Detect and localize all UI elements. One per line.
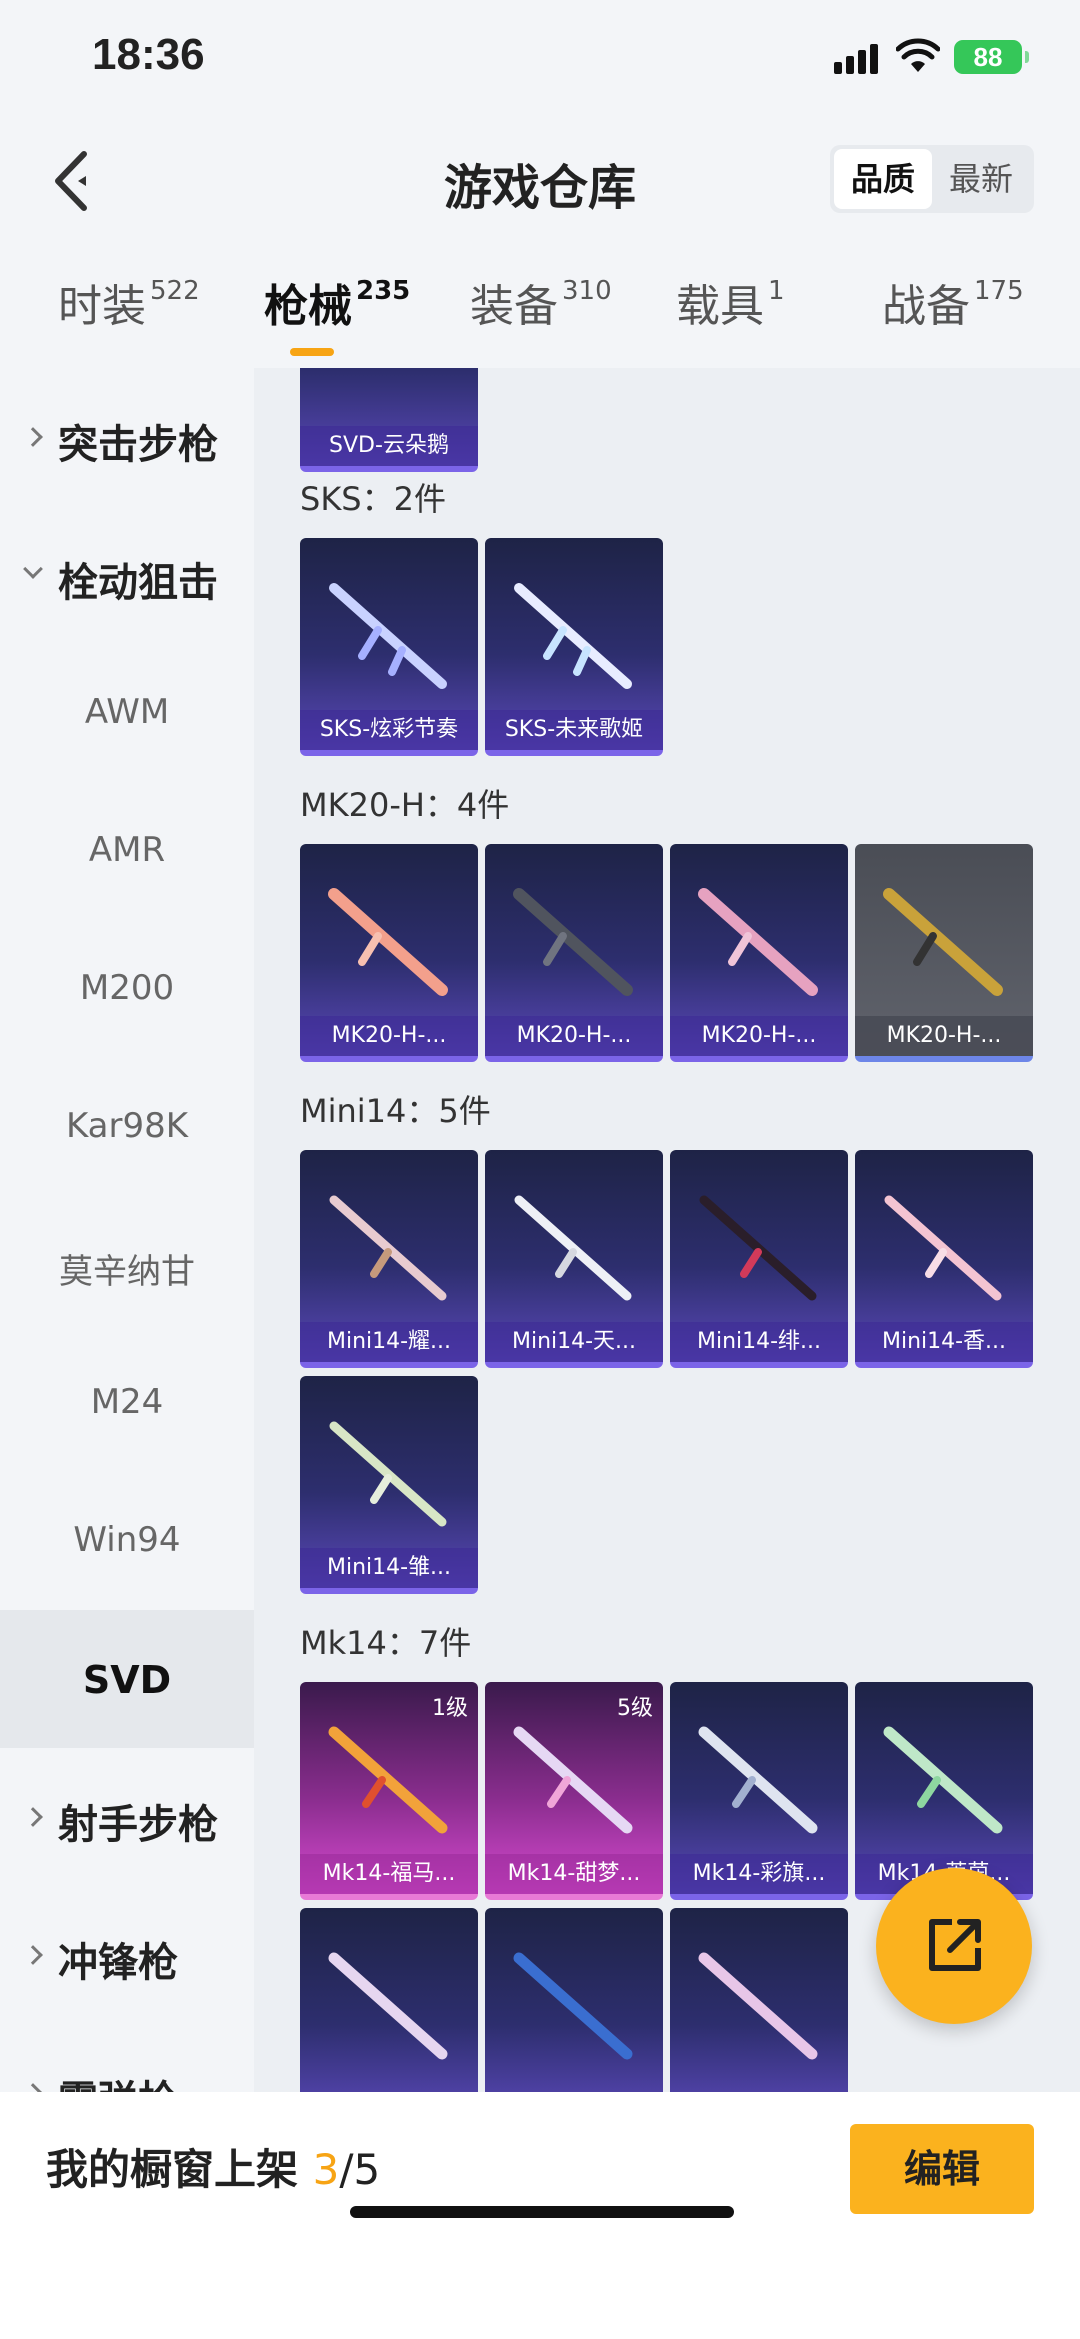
sidebar-item-marksman-rifle[interactable]: 射手步枪 [0,1748,254,1886]
sidebar-item-m24[interactable]: M24 [0,1334,254,1472]
chevron-right-icon [23,1945,43,1965]
item-card[interactable]: Mini14-天... [485,1150,663,1368]
active-tab-indicator [290,348,334,356]
rifle-icon [329,1195,447,1301]
sidebar-item-kar98k[interactable]: Kar98K [0,1058,254,1196]
edit-button[interactable]: 编辑 [850,2124,1034,2214]
item-card[interactable]: Mini14-雏... [300,1376,478,1594]
sidebar-item-amr[interactable]: AMR [0,782,254,920]
header: 游戏仓库 品质 最新 [0,120,1080,240]
item-card[interactable]: Mk14-莱茵... [855,1682,1033,1900]
rifle-icon [698,888,818,996]
item-card[interactable] [485,1908,663,2092]
section-title-sks: SKS：2件 [300,480,446,518]
sidebar: 突击步枪 栓动狙击 AWM AMR M200 Kar98K 莫辛纳甘 M24 W… [0,368,254,2092]
sort-newest-button[interactable]: 最新 [932,149,1030,209]
rifle-icon [328,1726,448,1834]
item-card[interactable]: SKS-未来歌姬 [485,538,663,756]
tab-vehicles[interactable]: 载具 1 [676,270,785,334]
sidebar-item-smg[interactable]: 冲锋枪 [0,1886,254,2024]
home-indicator [350,2206,734,2218]
sidebar-item-assault-rifle[interactable]: 突击步枪 [0,368,254,506]
section-title-mk20: MK20-H：4件 [300,786,510,824]
tab-supplies[interactable]: 战备 175 [882,270,1024,334]
status-time: 18:36 [92,30,205,79]
rifle-icon [698,1952,818,2060]
rifle-icon [513,1952,633,2060]
rifle-icon [329,583,447,689]
rifle-icon [883,1726,1003,1834]
battery-icon: 88 [954,40,1029,74]
share-button[interactable] [876,1868,1032,2024]
sidebar-item-win94[interactable]: Win94 [0,1472,254,1610]
tab-guns[interactable]: 枪械 235 [264,270,410,334]
rifle-icon [699,1195,817,1301]
rifle-icon [514,1195,632,1301]
item-card[interactable]: Mini14-绯... [670,1150,848,1368]
item-card[interactable]: MK20-H-... [670,844,848,1062]
sidebar-item-svd[interactable]: SVD [0,1610,254,1748]
rifle-icon [328,1952,448,2060]
sidebar-item-bolt-sniper[interactable]: 栓动狙击 [0,506,254,644]
rifle-icon [329,1421,447,1527]
item-card[interactable]: Mini14-香... [855,1150,1033,1368]
item-grid: SVD-云朵鹅 SKS：2件 SKS-炫彩节奏 SKS-未来歌姬 MK20-H：… [254,368,1080,2092]
rifle-icon [884,1195,1002,1301]
showcase-count: 我的橱窗上架 3/5 [46,2145,381,2194]
item-card[interactable]: Mini14-耀... [300,1150,478,1368]
sidebar-item-awm[interactable]: AWM [0,644,254,782]
section-title-mini14: Mini14：5件 [300,1092,491,1130]
item-card[interactable]: SKS-炫彩节奏 [300,538,478,756]
signal-icon [834,44,880,74]
item-card[interactable]: MK20-H-... [485,844,663,1062]
item-card[interactable]: MK20-H-... [300,844,478,1062]
item-card[interactable] [300,1908,478,2092]
item-card[interactable]: 1级 Mk14-福马... [300,1682,478,1900]
rifle-icon [328,888,448,996]
chevron-down-icon [23,559,43,579]
rifle-icon [513,1726,633,1834]
category-tabs: 时装 522 枪械 235 装备 310 载具 1 战备 175 [0,240,1080,368]
sidebar-item-m200[interactable]: M200 [0,920,254,1058]
sort-toggle: 品质 最新 [830,145,1034,213]
rifle-icon [883,888,1003,996]
item-card[interactable]: SVD-云朵鹅 [300,368,478,472]
status-bar: 18:36 88 [0,0,1080,120]
rifle-icon [514,583,632,689]
sidebar-item-shotgun[interactable]: 霰弹枪 [0,2024,254,2092]
tab-equipment[interactable]: 装备 310 [470,270,612,334]
share-icon [929,1919,981,1971]
sort-quality-button[interactable]: 品质 [834,149,932,209]
section-title-mk14: Mk14：7件 [300,1624,472,1662]
wifi-icon [896,38,940,72]
chevron-right-icon [23,427,43,447]
chevron-right-icon [23,1807,43,1827]
sidebar-item-mosin[interactable]: 莫辛纳甘 [0,1196,254,1334]
item-card[interactable]: MK20-H-... [855,844,1033,1062]
tab-fashion[interactable]: 时装 522 [58,270,200,334]
item-card[interactable]: 5级 Mk14-甜梦... [485,1682,663,1900]
item-card[interactable]: Mk14-彩旗... [670,1682,848,1900]
rifle-icon [513,888,633,996]
item-card[interactable] [670,1908,848,2092]
rifle-icon [698,1726,818,1834]
chevron-right-icon [23,2083,43,2092]
